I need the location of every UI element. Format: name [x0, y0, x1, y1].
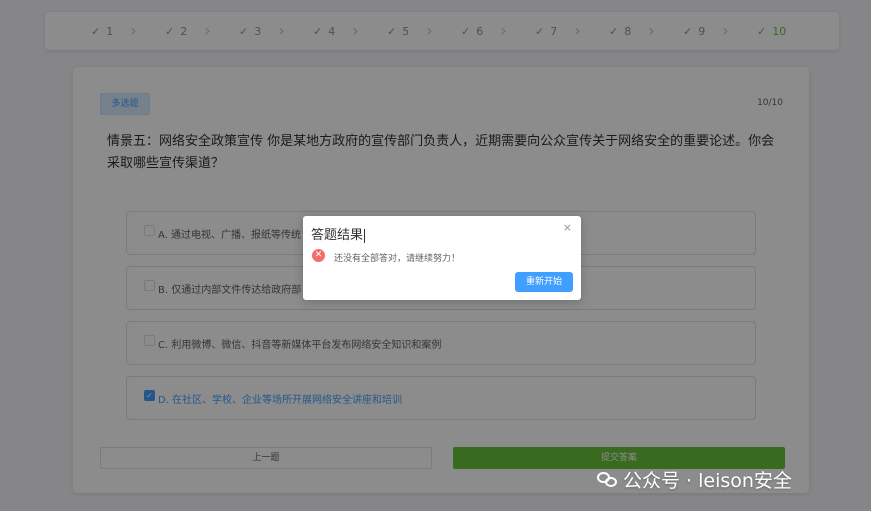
dialog-title: 答题结果	[311, 228, 364, 243]
dialog-title-wrap: 答题结果	[311, 224, 366, 243]
restart-button[interactable]: 重新开始	[515, 272, 573, 292]
error-circle-icon: ✕	[312, 249, 325, 262]
wechat-icon	[597, 471, 617, 488]
close-icon[interactable]: ×	[563, 221, 572, 234]
result-dialog: 答题结果 × ✕ 还没有全部答对，请继续努力！ 重新开始	[303, 216, 581, 300]
watermark: 公众号 · leison安全	[597, 466, 792, 493]
text-caret	[364, 228, 366, 243]
watermark-text: 公众号 · leison安全	[623, 470, 792, 492]
dialog-message: 还没有全部答对，请继续努力！	[334, 254, 461, 264]
